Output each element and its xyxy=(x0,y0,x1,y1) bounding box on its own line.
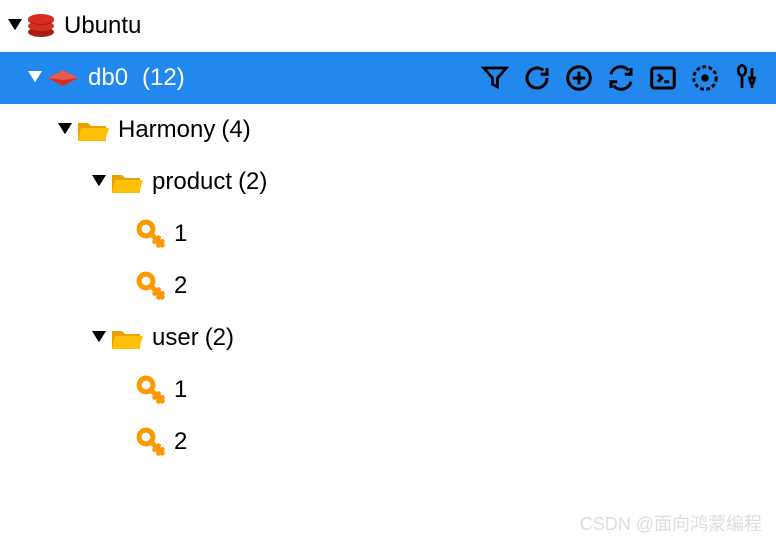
analyze-icon[interactable] xyxy=(690,63,720,93)
key-label: 2 xyxy=(174,428,187,456)
tools-icon[interactable] xyxy=(732,63,762,93)
database-count: (12) xyxy=(142,64,185,92)
namespace-row-harmony[interactable]: Harmony (4) xyxy=(0,104,776,156)
key-row[interactable]: 1 xyxy=(0,364,776,416)
folder-open-icon xyxy=(110,325,144,351)
key-icon xyxy=(136,375,166,405)
key-label: 1 xyxy=(174,220,187,248)
namespace-count: (2) xyxy=(238,168,267,196)
key-icon xyxy=(136,427,166,457)
console-icon[interactable] xyxy=(648,63,678,93)
key-label: 2 xyxy=(174,272,187,300)
namespace-count: (2) xyxy=(205,324,234,352)
namespace-label: user xyxy=(152,324,199,352)
expand-arrow-icon[interactable] xyxy=(90,175,108,189)
key-icon xyxy=(136,219,166,249)
folder-open-icon xyxy=(76,117,110,143)
expand-arrow-icon[interactable] xyxy=(26,71,44,85)
namespace-row-user[interactable]: user (2) xyxy=(0,312,776,364)
key-icon xyxy=(136,271,166,301)
key-label: 1 xyxy=(174,376,187,404)
namespace-label: Harmony xyxy=(118,116,215,144)
database-icon xyxy=(46,68,80,88)
namespace-row-product[interactable]: product (2) xyxy=(0,156,776,208)
filter-icon[interactable] xyxy=(480,63,510,93)
watermark: CSDN @面向鸿蒙编程 xyxy=(580,510,762,536)
key-row[interactable]: 2 xyxy=(0,416,776,468)
expand-arrow-icon[interactable] xyxy=(90,331,108,345)
namespace-label: product xyxy=(152,168,232,196)
folder-open-icon xyxy=(110,169,144,195)
database-row[interactable]: db0 (12) xyxy=(0,52,776,104)
redis-server-icon xyxy=(26,13,56,39)
database-toolbar xyxy=(480,63,776,93)
add-icon[interactable] xyxy=(564,63,594,93)
database-label: db0 xyxy=(88,64,128,92)
refresh-icon[interactable] xyxy=(522,63,552,93)
key-row[interactable]: 2 xyxy=(0,260,776,312)
sync-icon[interactable] xyxy=(606,63,636,93)
key-row[interactable]: 1 xyxy=(0,208,776,260)
connection-row[interactable]: Ubuntu xyxy=(0,0,776,52)
namespace-count: (4) xyxy=(221,116,250,144)
connection-label: Ubuntu xyxy=(64,12,141,40)
expand-arrow-icon[interactable] xyxy=(56,123,74,137)
expand-arrow-icon[interactable] xyxy=(6,19,24,33)
